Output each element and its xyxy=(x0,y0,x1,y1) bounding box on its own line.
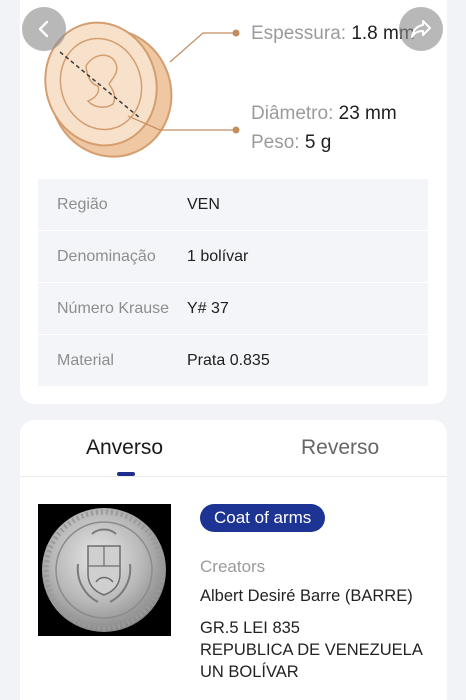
krause-value: Y# 37 xyxy=(187,299,229,317)
diameter-label: Diâmetro: xyxy=(251,103,334,124)
share-button[interactable] xyxy=(399,7,443,51)
coin-sides-card: Anverso Reverso Coat of arms Creators Al… xyxy=(20,420,447,700)
diameter-spec: Diâmetro: 23 mm xyxy=(251,103,397,125)
share-arrow-icon xyxy=(411,20,431,38)
krause-label: Número Krause xyxy=(57,299,170,317)
region-label: Região xyxy=(57,195,108,213)
chevron-left-icon xyxy=(38,20,49,38)
detail-row-denomination: Denominação 1 bolívar xyxy=(38,231,428,283)
coin-details-table: Região VEN Denominação 1 bolívar Número … xyxy=(38,179,428,387)
detail-row-material: Material Prata 0.835 xyxy=(38,335,428,387)
active-tab-indicator xyxy=(117,472,135,476)
obverse-inscription: GR.5 LEI 835 REPUBLICA DE VENEZUELA UN B… xyxy=(200,617,423,683)
creators-label: Creators xyxy=(200,557,266,576)
denomination-label: Denominação xyxy=(57,247,156,265)
detail-row-krause: Número Krause Y# 37 xyxy=(38,283,428,335)
thickness-spec: Espessura: 1.8 mm xyxy=(251,23,415,45)
diameter-value: 23 mm xyxy=(338,103,397,124)
weight-spec: Peso: 5 g xyxy=(251,132,331,154)
weight-label: Peso: xyxy=(251,132,300,153)
inscription-line: UN BOLÍVAR xyxy=(200,663,299,681)
side-tabs: Anverso Reverso xyxy=(20,420,447,477)
inscription-line: REPUBLICA DE VENEZUELA xyxy=(200,641,423,659)
thickness-label: Espessura: xyxy=(251,23,347,44)
tab-obverse[interactable]: Anverso xyxy=(86,436,163,460)
tab-reverse[interactable]: Reverso xyxy=(301,436,379,460)
denomination-value: 1 bolívar xyxy=(187,247,249,265)
obverse-coin-image[interactable] xyxy=(38,504,171,636)
detail-row-region: Região VEN xyxy=(38,179,428,231)
creators-value: Albert Desiré Barre (BARRE) xyxy=(200,587,413,605)
weight-value: 5 g xyxy=(304,132,332,153)
region-value: VEN xyxy=(187,195,220,213)
coat-of-arms-badge[interactable]: Coat of arms xyxy=(200,504,326,532)
back-button[interactable] xyxy=(22,7,66,51)
inscription-line: GR.5 LEI 835 xyxy=(200,619,300,637)
material-value: Prata 0.835 xyxy=(187,351,270,369)
material-label: Material xyxy=(57,351,114,369)
